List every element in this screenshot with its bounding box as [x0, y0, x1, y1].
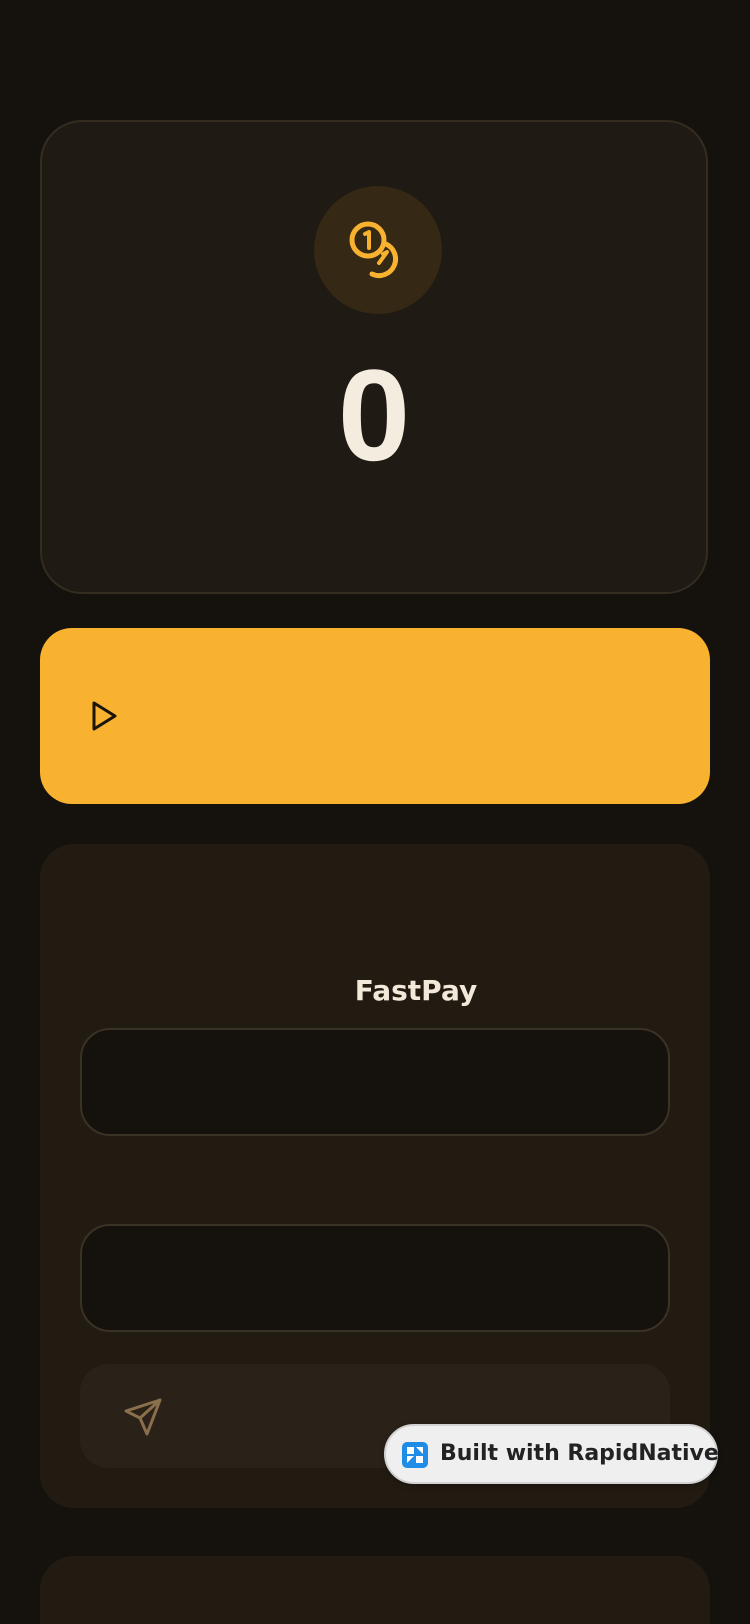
coin-icon-circle [314, 186, 442, 314]
badge-label: Built with RapidNative [440, 1441, 719, 1466]
amount-field[interactable] [80, 1224, 670, 1332]
balance-card: 0 [40, 120, 708, 594]
balance-value: 0 [337, 342, 411, 488]
built-with-badge[interactable]: Built with RapidNative [384, 1424, 719, 1484]
play-icon [92, 701, 117, 731]
recipient-field[interactable] [80, 1028, 670, 1136]
next-card [40, 1556, 710, 1624]
coins-icon [349, 221, 399, 279]
app-screen: 0 FastPay Built with RapidNative [0, 0, 750, 1624]
send-form-title: FastPay [354, 974, 478, 1007]
rapidnative-logo-icon [402, 1442, 428, 1468]
send-icon [124, 1398, 162, 1436]
play-button[interactable] [40, 628, 710, 804]
